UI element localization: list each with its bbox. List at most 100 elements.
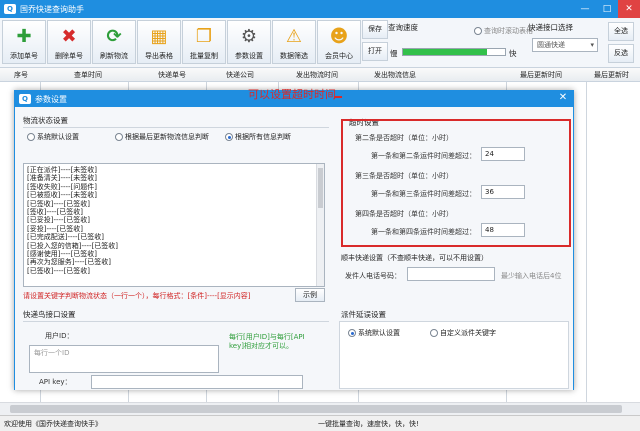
data-filter-button[interactable]: ⚠ 数据筛选 — [272, 20, 316, 64]
open-button[interactable]: 打开 — [362, 42, 388, 61]
kdn-hint: 每行[用户ID]与每行[API key]相对应才可以。 — [229, 333, 305, 350]
select-all-button[interactable]: 全选 — [608, 22, 634, 41]
rules-scrollbar[interactable] — [316, 164, 324, 286]
delete-number-button[interactable]: ✖ 删除单号 — [47, 20, 91, 64]
dialog-title: 参数设置 — [35, 94, 67, 104]
radio-default-dot[interactable] — [27, 133, 35, 141]
rule-line: [签收失败]----[问题件] — [27, 182, 98, 191]
speed-title: 查询速度 — [388, 23, 418, 32]
delay-custom-option[interactable]: 自定义派件关键字 — [430, 328, 496, 338]
col-first-time[interactable]: 发出物流时间 — [296, 70, 338, 80]
refresh-logistics-button[interactable]: ⟳ 刷新物流 — [92, 20, 136, 64]
col-index[interactable]: 序号 — [14, 70, 28, 80]
example-button[interactable]: 示例 — [295, 288, 325, 302]
add-number-button[interactable]: ✚ 添加单号 — [2, 20, 46, 64]
data-filter-label: 数据筛选 — [280, 52, 308, 60]
col-first-info[interactable]: 发出物流信息 — [374, 70, 416, 80]
delete-number-label: 删除单号 — [55, 52, 83, 60]
app-title: 国乔快递查询助手 — [20, 4, 84, 14]
kdn-api-label: API key： — [39, 378, 72, 386]
col-tracking-number[interactable]: 快递单号 — [158, 70, 186, 80]
section-divider — [23, 127, 329, 128]
minimize-icon[interactable]: — — [574, 0, 596, 18]
sf-phone-input[interactable] — [407, 267, 495, 281]
sf-section-title: 顺丰快递设置（不查顺丰快递，可以不用设置） — [341, 254, 488, 262]
gear-icon: ⚙ — [240, 26, 258, 47]
api-select[interactable]: 圆通快递 ▾ — [532, 38, 598, 52]
settings-label: 参数设置 — [235, 52, 263, 60]
add-number-label: 添加单号 — [10, 52, 38, 60]
col-courier[interactable]: 快递公司 — [226, 70, 254, 80]
col-last-update[interactable]: 最后更新时间 — [520, 70, 562, 80]
invert-selection-button[interactable]: 反选 — [608, 44, 634, 63]
copy-icon: ❐ — [195, 26, 213, 47]
export-table-label: 导出表格 — [145, 52, 173, 60]
speed-group: 查询速度 查询时滚动表格 慢 快 — [388, 20, 533, 64]
radio-default[interactable]: 系统默认设置 — [27, 132, 79, 142]
horizontal-scrollbar[interactable] — [0, 402, 640, 415]
member-center-button[interactable]: ☻ 会员中心 — [317, 20, 361, 64]
delay-default-option[interactable]: 系统默认设置 — [348, 328, 400, 338]
api-group: 快递接口选择 圆通快递 ▾ 全选 反选 — [528, 20, 638, 64]
chevron-down-icon: ▾ — [590, 41, 594, 49]
status-center: 一键批量查询，速度快，快，快! — [318, 420, 419, 428]
col-query-time[interactable]: 查单时间 — [74, 70, 102, 80]
member-center-label: 会员中心 — [325, 52, 353, 60]
batch-copy-button[interactable]: ❐ 批量复制 — [182, 20, 226, 64]
rule-line: [已投入您的信箱]----[已签收] — [27, 241, 119, 250]
delay-section-title: 派件延误设置 — [341, 310, 386, 319]
app-titlebar: Q 国乔快递查询助手 — □ ✕ — [0, 0, 640, 18]
rule-line: [再次为您服务]----[已签收] — [27, 258, 112, 267]
radio-last-info-dot[interactable] — [115, 133, 123, 141]
plus-icon: ✚ — [16, 26, 32, 47]
status-bar: 欢迎使用《国乔快递查询快手》 一键批量查询，速度快，快，快! — [0, 415, 640, 431]
scroll-table-radio[interactable] — [474, 27, 482, 35]
radio-last-info[interactable]: 根据最后更新物流信息判断 — [115, 132, 209, 142]
export-table-button[interactable]: ▦ 导出表格 — [137, 20, 181, 64]
api-title: 快递接口选择 — [528, 23, 573, 32]
delay-default-radio[interactable] — [348, 329, 356, 337]
annotation-pointer — [334, 96, 342, 98]
radio-all-info[interactable]: 根据所有信息判断 — [225, 132, 291, 142]
user-icon: ☻ — [329, 26, 349, 47]
rules-scroll-thumb[interactable] — [318, 168, 323, 208]
sf-phone-hint: 最少输入电话后4位 — [501, 272, 562, 280]
rule-line: [已完成配送]----[已签收] — [27, 233, 105, 242]
scrollbar-thumb[interactable] — [10, 405, 622, 413]
settings-button[interactable]: ⚙ 参数设置 — [227, 20, 271, 64]
refresh-icon: ⟳ — [106, 26, 122, 47]
delete-x-icon: ✖ — [61, 26, 77, 47]
sf-phone-label: 发件人电话号码： — [345, 272, 401, 280]
delay-custom-radio[interactable] — [430, 329, 438, 337]
grid-col-line — [586, 82, 587, 402]
refresh-logistics-label: 刷新物流 — [100, 52, 128, 60]
kdn-api-input[interactable] — [91, 375, 303, 389]
save-button[interactable]: 保存 — [362, 20, 388, 39]
maximize-icon[interactable]: □ — [596, 0, 618, 18]
dialog-logo-icon: Q — [19, 94, 31, 104]
timeout-highlight-box — [341, 119, 571, 247]
filter-icon: ⚠ — [285, 26, 303, 47]
grid-header: 序号 查单时间 快递单号 快递公司 发出物流时间 发出物流信息 最后更新时间 最… — [0, 68, 640, 82]
close-icon[interactable]: ✕ — [618, 0, 640, 18]
radio-all-info-dot[interactable] — [225, 133, 233, 141]
rules-textarea[interactable]: [正在派件]----[未签收] [准备清关]----[未签收] [签收失败]----… — [23, 163, 325, 287]
rule-line: [准备清关]----[未签收] — [27, 174, 98, 183]
dialog-close-icon[interactable]: ✕ — [556, 92, 570, 103]
rule-line: [已妥投]----[已签收] — [27, 216, 91, 225]
kdn-user-input[interactable]: 每行一个ID — [29, 345, 219, 373]
scroll-table-option[interactable]: 查询时滚动表格 — [474, 26, 533, 36]
logistics-section-title: 物流状态设置 — [23, 116, 68, 125]
rule-line: [妥投]----[已签收] — [27, 224, 84, 233]
col-last-update-2[interactable]: 最后更新时 — [594, 70, 629, 80]
rule-line: [已签收]----[已签收] — [27, 266, 91, 275]
batch-copy-label: 批量复制 — [190, 52, 218, 60]
speed-slider[interactable] — [402, 48, 506, 56]
status-left: 欢迎使用《国乔快递查询快手》 — [4, 420, 102, 428]
app-logo-icon: Q — [4, 4, 16, 14]
rule-line: [已被揽收]----[未签收] — [27, 191, 98, 200]
export-folder-icon: ▦ — [150, 26, 168, 47]
rules-hint: 请设置关键字判断物流状态（一行一个），每行格式：[条件]----[显示内容] — [23, 292, 251, 300]
speed-fast-label: 快 — [509, 49, 517, 58]
delay-panel: 系统默认设置 自定义派件关键字 — [339, 321, 569, 389]
